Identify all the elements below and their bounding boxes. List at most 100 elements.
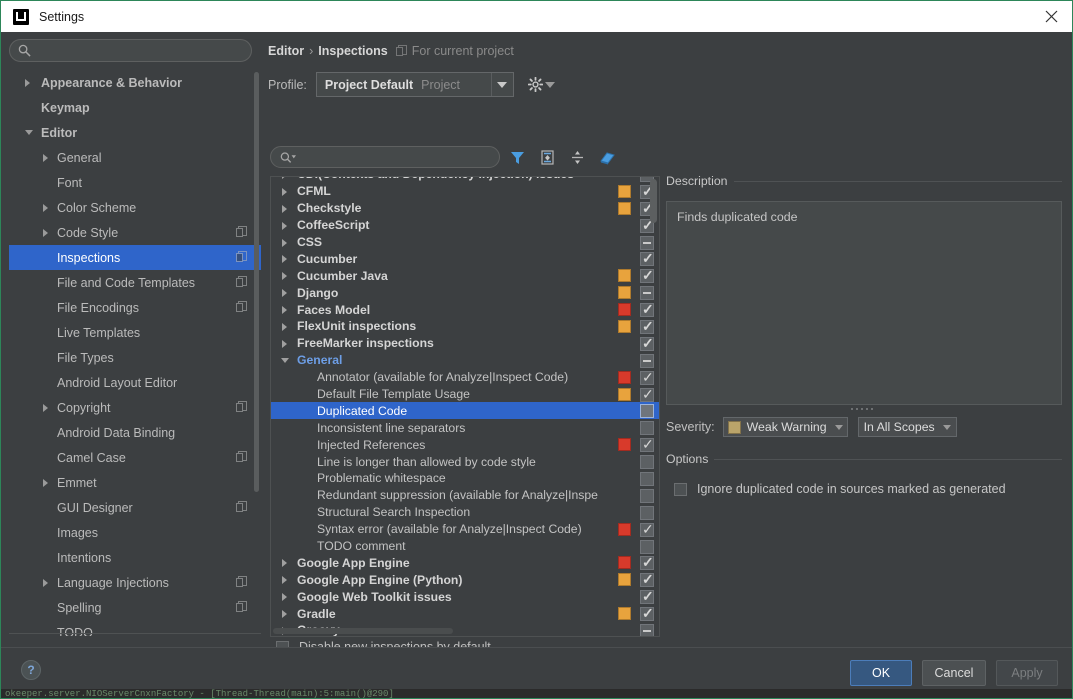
scope-select[interactable]: In All Scopes [857, 417, 957, 437]
inspection-row[interactable]: Line is longer than allowed by code styl… [271, 453, 659, 470]
sidebar-item-keymap[interactable]: Keymap [9, 95, 261, 120]
copy-settings-icon[interactable] [236, 501, 247, 513]
inspection-row[interactable]: Cucumber ✓ [271, 250, 659, 267]
inspection-enabled-checkbox[interactable]: ✓ [640, 572, 654, 588]
chevron-right-icon[interactable] [282, 177, 287, 179]
expand-all-icon[interactable] [534, 145, 560, 169]
sidebar-item-copyright[interactable]: Copyright [9, 395, 261, 420]
sidebar-item-spelling[interactable]: Spelling [9, 595, 261, 620]
chevron-right-icon[interactable] [282, 238, 287, 247]
inspection-row[interactable]: Django [271, 284, 659, 301]
chevron-down-icon[interactable] [281, 357, 289, 363]
chevron-right-icon[interactable] [282, 576, 287, 585]
option-ignore-generated-row[interactable]: Ignore duplicated code in sources marked… [674, 482, 1006, 496]
chevron-right-icon[interactable] [282, 221, 287, 230]
inspection-row[interactable]: General [271, 352, 659, 369]
search-dropdown-icon[interactable] [280, 151, 296, 164]
sidebar-item-gui-designer[interactable]: GUI Designer [9, 495, 261, 520]
cancel-button[interactable]: Cancel [922, 660, 986, 686]
inspection-enabled-checkbox[interactable] [640, 539, 654, 554]
chevron-right-icon[interactable] [282, 339, 287, 348]
sidebar-scrollbar[interactable] [254, 72, 259, 492]
inspection-row[interactable]: Google Web Toolkit issues ✓ [271, 588, 659, 605]
chevron-right-icon[interactable] [43, 203, 48, 212]
sidebar-item-camel-case[interactable]: Camel Case [9, 445, 261, 470]
sidebar-item-android-data-binding[interactable]: Android Data Binding [9, 420, 261, 445]
copy-settings-icon[interactable] [236, 251, 247, 263]
chevron-right-icon[interactable] [43, 478, 48, 487]
sidebar-item-inspections[interactable]: Inspections [9, 245, 261, 270]
sidebar-item-intentions[interactable]: Intentions [9, 545, 261, 570]
inspection-enabled-checkbox[interactable]: ✓ [640, 268, 654, 284]
inspection-enabled-checkbox[interactable]: ✓ [640, 251, 654, 267]
inspection-enabled-checkbox[interactable] [640, 353, 654, 368]
inspection-row[interactable]: Syntax error (available for Analyze|Insp… [271, 521, 659, 538]
inspection-row[interactable]: CSS [271, 234, 659, 251]
copy-settings-icon[interactable] [236, 601, 247, 613]
inspection-enabled-checkbox[interactable] [640, 404, 654, 419]
chevron-right-icon[interactable] [282, 559, 287, 568]
chevron-down-icon[interactable] [834, 424, 843, 430]
inspection-row[interactable]: Duplicated Code [271, 402, 659, 420]
chevron-right-icon[interactable] [282, 306, 287, 315]
chevron-right-icon[interactable] [43, 578, 48, 587]
copy-settings-icon[interactable] [236, 401, 247, 413]
inspection-row[interactable]: Structural Search Inspection [271, 504, 659, 521]
chevron-right-icon[interactable] [43, 153, 48, 162]
chevron-right-icon[interactable] [43, 228, 48, 237]
inspection-enabled-checkbox[interactable]: ✓ [640, 387, 654, 402]
chevron-down-icon[interactable] [25, 130, 33, 135]
sidebar-item-file-and-code-templates[interactable]: File and Code Templates [9, 270, 261, 295]
chevron-right-icon[interactable] [25, 78, 30, 87]
inspection-row[interactable]: FlexUnit inspections ✓ [271, 318, 659, 335]
inspection-enabled-checkbox[interactable]: ✓ [640, 302, 654, 318]
inspection-row[interactable]: CoffeeScript ✓ [271, 217, 659, 234]
sidebar-item-editor[interactable]: Editor [9, 120, 261, 145]
sidebar-item-live-templates[interactable]: Live Templates [9, 320, 261, 345]
chevron-right-icon[interactable] [282, 187, 287, 196]
chevron-right-icon[interactable] [282, 204, 287, 213]
tree-vertical-scrollbar[interactable] [650, 179, 657, 223]
inspection-row[interactable]: Google App Engine ✓ [271, 554, 659, 571]
option-ignore-generated-checkbox[interactable] [674, 482, 687, 496]
inspection-row[interactable]: Checkstyle ✓ [271, 200, 659, 217]
inspection-row[interactable]: Redundant suppression (available for Ana… [271, 487, 659, 504]
help-button[interactable]: ? [21, 660, 41, 680]
reset-icon[interactable] [594, 145, 620, 169]
inspection-enabled-checkbox[interactable]: ✓ [640, 437, 654, 453]
sidebar-item-emmet[interactable]: Emmet [9, 470, 261, 495]
copy-settings-icon[interactable] [236, 576, 247, 588]
sidebar-item-android-layout-editor[interactable]: Android Layout Editor [9, 370, 261, 395]
search-input[interactable] [9, 39, 252, 62]
severity-select[interactable]: Weak Warning [722, 417, 848, 437]
inspection-enabled-checkbox[interactable]: ✓ [640, 555, 654, 571]
copy-settings-icon[interactable] [236, 301, 247, 313]
inspection-row[interactable]: Cucumber Java ✓ [271, 267, 659, 284]
inspection-enabled-checkbox[interactable] [640, 235, 654, 250]
inspection-row[interactable]: Default File Template Usage ✓ [271, 386, 659, 403]
inspection-enabled-checkbox[interactable] [640, 455, 654, 470]
inspection-enabled-checkbox[interactable]: ✓ [640, 589, 654, 605]
profile-select[interactable]: Project Default Project [315, 72, 514, 97]
inspection-row[interactable]: Gradle ✓ [271, 605, 659, 622]
inspection-enabled-checkbox[interactable] [640, 472, 654, 487]
copy-settings-icon[interactable] [236, 276, 247, 288]
inspection-row[interactable]: Injected References ✓ [271, 436, 659, 453]
breadcrumb-root[interactable]: Editor [268, 44, 304, 58]
sidebar-item-general[interactable]: General [9, 145, 261, 170]
sidebar-item-language-injections[interactable]: Language Injections [9, 570, 261, 595]
chevron-right-icon[interactable] [282, 593, 287, 602]
inspection-enabled-checkbox[interactable] [640, 505, 654, 520]
inspection-enabled-checkbox[interactable] [640, 286, 654, 301]
chevron-down-icon[interactable] [942, 424, 951, 430]
sidebar-item-appearance-behavior[interactable]: Appearance & Behavior [9, 70, 261, 95]
close-icon[interactable] [1029, 1, 1072, 32]
gear-icon[interactable] [527, 77, 555, 92]
inspections-search-input[interactable] [270, 146, 500, 168]
inspection-row[interactable]: TODO comment [271, 538, 659, 555]
chevron-right-icon[interactable] [282, 610, 287, 619]
inspection-enabled-checkbox[interactable]: ✓ [640, 606, 654, 622]
chevron-right-icon[interactable] [282, 255, 287, 264]
sidebar-item-code-style[interactable]: Code Style [9, 220, 261, 245]
copy-settings-icon[interactable] [236, 226, 247, 238]
